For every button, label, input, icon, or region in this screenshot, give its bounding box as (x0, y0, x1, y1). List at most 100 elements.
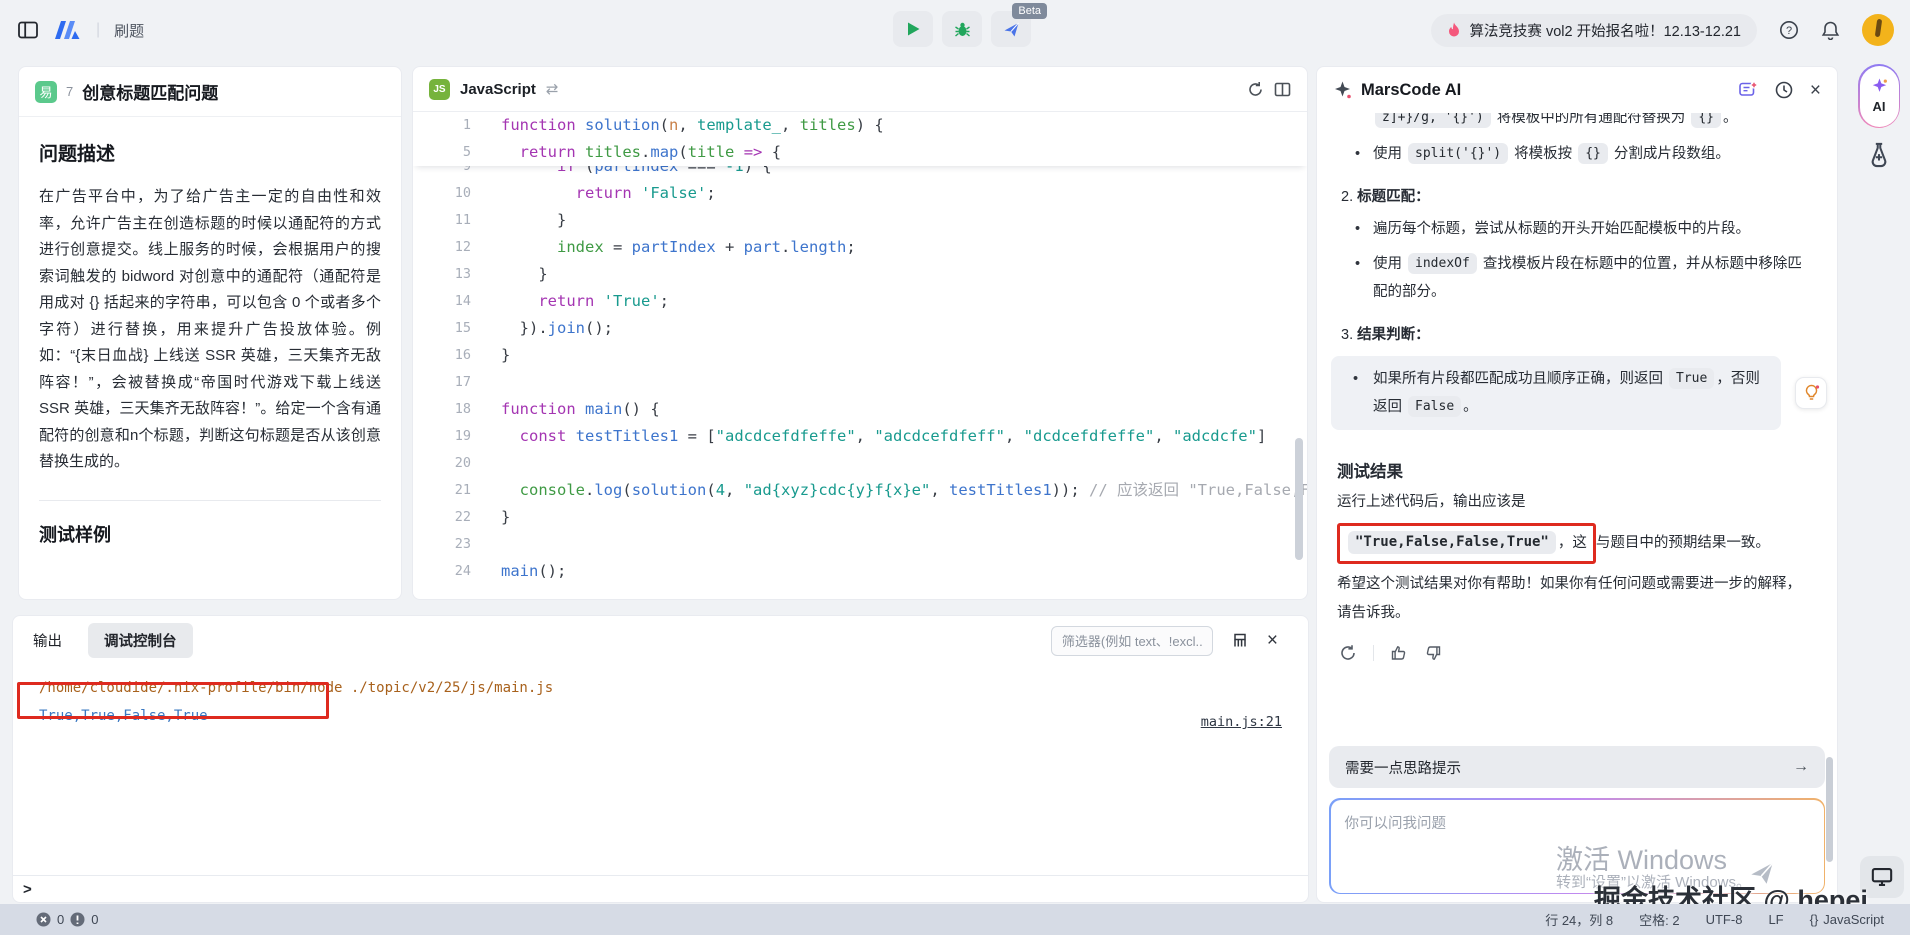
language-label: JavaScript (460, 81, 536, 98)
samples-heading: 测试样例 (39, 521, 381, 547)
run-button[interactable] (893, 11, 933, 47)
send-message-icon[interactable] (1749, 860, 1775, 886)
bug-icon (954, 21, 971, 38)
marscode-logo[interactable] (52, 20, 82, 40)
marscode-ai-panel: MarsCode AI × z]+}/g, '{}') 将模板中的所有通配符替换… (1316, 66, 1838, 903)
lightbulb-hint-button[interactable] (1795, 377, 1827, 409)
ai-block-clip: z]+}/g, '{}') 将模板中的所有通配符替换为 {}。 (1317, 113, 1837, 133)
javascript-icon: JS (429, 79, 450, 100)
console-filter-input[interactable] (1051, 626, 1213, 656)
eol-setting[interactable]: LF (1768, 912, 1783, 927)
tab-output[interactable]: 输出 (33, 630, 62, 651)
language-swap-icon[interactable]: ⇄ (546, 80, 559, 98)
console-input-row[interactable]: > (13, 875, 1308, 902)
divider: | (96, 21, 100, 39)
paper-plane-icon (1003, 21, 1020, 38)
magic-lamp-icon[interactable] (1866, 142, 1892, 170)
language-mode[interactable]: {} JavaScript (1810, 912, 1884, 927)
beta-badge: Beta (1012, 3, 1047, 19)
help-icon[interactable]: ? (1779, 20, 1799, 40)
ai-block-bullet: •使用 split('{}') 将模板按 {} 分割成片段数组。 (1317, 140, 1837, 168)
ai-panel-scrollbar[interactable] (1826, 757, 1833, 862)
notice-text: 算法竞技赛 vol2 开始报名啦！12.13-12.21 (1469, 20, 1741, 41)
editor-panel: JS JavaScript ⇄ 1function solution(n, te… (412, 66, 1308, 600)
status-bar: 0 0 行 24，列 8 空格: 2 UTF-8 LF {} JavaScrip… (0, 904, 1910, 935)
braces-icon: {} (1810, 912, 1819, 927)
ai-sparkle-icon (1871, 78, 1888, 95)
flame-icon (1447, 22, 1461, 39)
code-lines[interactable]: 9 if (partIndex === -1) {10 return 'Fals… (413, 166, 1307, 585)
editor-scrollbar[interactable] (1295, 438, 1303, 560)
error-count: 0 (57, 912, 64, 927)
ai-block-bullet: •如果所有片段都匹配成功且顺序正确，则返回 True，否则返回 False。 (1331, 356, 1781, 430)
problem-number: 7 (66, 84, 73, 99)
code-line: 23 (413, 531, 1307, 558)
divider (39, 500, 381, 501)
ai-header: MarsCode AI × (1317, 67, 1837, 113)
regenerate-icon[interactable] (1339, 644, 1357, 662)
problem-panel: 易 7 创意标题匹配问题 问题描述 在广告平台中，为了给广告主一定的自由性和效率… (18, 66, 402, 600)
ai-message: z]+}/g, '{}') 将模板中的所有通配符替换为 {}。 •使用 split… (1317, 113, 1837, 630)
code-line: 15 }).join(); (413, 315, 1307, 342)
red-annotation-box: "True,False,False,True"，这 (1337, 523, 1596, 564)
svg-text:?: ? (1786, 25, 1792, 37)
sticky-scroll-lines: 1function solution(n, template_, titles)… (413, 112, 1307, 166)
ai-block-bullet: •使用 indexOf 查找模板片段在标题中的位置，并从标题中移除匹配的部分。 (1317, 250, 1837, 306)
difficulty-badge: 易 (35, 81, 57, 103)
clear-console-icon[interactable] (1231, 632, 1249, 650)
code-line: 10 return 'False'; (413, 180, 1307, 207)
description-heading: 问题描述 (39, 139, 381, 166)
ai-block-h: 测试结果 (1317, 440, 1837, 486)
debug-button[interactable] (942, 11, 982, 47)
code-line: 13 } (413, 261, 1307, 288)
code-area[interactable]: 1function solution(n, template_, titles)… (413, 112, 1307, 599)
close-panel-icon[interactable]: × (1810, 81, 1821, 100)
code-line: 14 return 'True'; (413, 288, 1307, 315)
language-mode-label: JavaScript (1823, 912, 1884, 927)
ai-block-num: 2. 标题匹配： (1317, 175, 1837, 208)
code-line: 18function main() { (413, 396, 1307, 423)
close-console-icon[interactable]: × (1267, 630, 1278, 652)
suggestion-label: 需要一点思路提示 (1345, 757, 1461, 778)
ai-message-actions (1317, 630, 1837, 662)
contest-notice-pill[interactable]: 算法竞技赛 vol2 开始报名啦！12.13-12.21 (1431, 14, 1757, 47)
thumbs-up-icon[interactable] (1390, 644, 1408, 662)
ai-block-p: 运行上述代码后，输出应该是 (1317, 486, 1837, 519)
problems-status[interactable]: 0 0 (0, 912, 98, 927)
notifications-bell-icon[interactable] (1821, 20, 1840, 40)
history-icon[interactable] (1774, 80, 1794, 100)
problem-description: 在广告平台中，为了给广告主一定的自由性和效率，允许广告主在创造标题的时候以通配符… (39, 184, 381, 476)
thumbs-down-icon[interactable] (1424, 644, 1442, 662)
encoding-setting[interactable]: UTF-8 (1706, 912, 1743, 927)
top-bar: | 刷题 Beta 算法竞技赛 vol2 开始报名啦！12.13-12.21 ? (0, 0, 1910, 60)
split-editor-icon[interactable] (1274, 81, 1291, 98)
submit-button[interactable]: Beta (991, 11, 1031, 47)
warning-count: 0 (91, 912, 98, 927)
problem-title: 创意标题匹配问题 (82, 79, 218, 104)
suggestion-chip[interactable]: 需要一点思路提示 → (1329, 746, 1825, 788)
user-avatar[interactable] (1862, 14, 1894, 46)
ai-panel-title: MarsCode AI (1361, 81, 1461, 100)
code-line: 19 const testTitles1 = ["adcdcefdfeffe",… (413, 423, 1307, 450)
ai-block-bullet: •遍历每个标题，尝试从标题的开头开始匹配模板中的片段。 (1317, 215, 1837, 243)
arrow-right-icon: → (1793, 758, 1809, 776)
ai-block-p: 希望这个测试结果对你有帮助！如果你有任何问题或需要进一步的解释，请告诉我。 (1317, 568, 1837, 630)
code-line: 11 } (413, 207, 1307, 234)
ai-assistant-pill-button[interactable]: AI (1858, 64, 1900, 128)
new-chat-icon[interactable] (1738, 80, 1758, 100)
code-line: 1function solution(n, template_, titles)… (413, 112, 1307, 139)
code-line: 21 console.log(solution(4, "ad{xyz}cdc{y… (413, 477, 1307, 504)
tab-debug-console[interactable]: 调试控制台 (88, 623, 193, 658)
ai-pill-label: AI (1873, 99, 1886, 114)
indentation-setting[interactable]: 空格: 2 (1639, 910, 1679, 929)
console-panel: 输出 调试控制台 × /home/cloudide/.nix-profile/b… (12, 615, 1309, 903)
panel-toggle-icon[interactable] (18, 21, 38, 39)
cursor-position[interactable]: 行 24，列 8 (1545, 910, 1613, 929)
code-line: 20 (413, 450, 1307, 477)
screen-share-button[interactable] (1860, 856, 1904, 898)
console-log-line: True,True,False,True (13, 702, 1308, 730)
code-line: 24main(); (413, 558, 1307, 585)
reset-code-icon[interactable] (1247, 81, 1264, 98)
problem-header: 易 7 创意标题匹配问题 (19, 67, 401, 117)
code-line: 5 return titles.map(title => { (413, 139, 1307, 166)
